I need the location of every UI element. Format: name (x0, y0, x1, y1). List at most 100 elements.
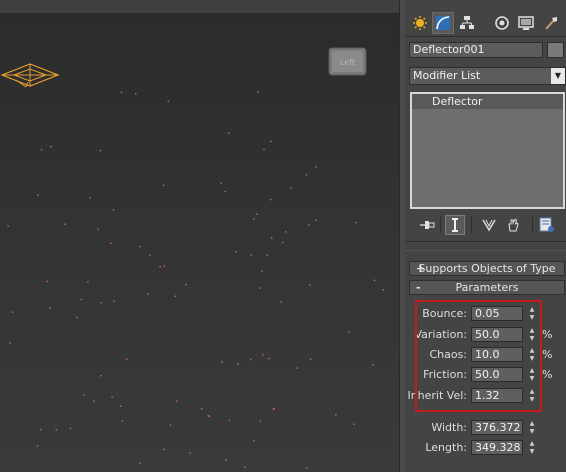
param-label: Width: (431, 421, 467, 434)
modifier-stack[interactable]: Deflector (410, 92, 565, 209)
particle (244, 466, 246, 469)
particle (315, 166, 317, 168)
hierarchy-tab[interactable] (456, 12, 478, 34)
particle (355, 221, 357, 224)
particle (309, 284, 311, 286)
particle (372, 363, 374, 366)
pin-icon (420, 221, 435, 229)
show-end-result-button[interactable] (445, 215, 465, 235)
particle (162, 184, 165, 186)
chevron-down-icon[interactable]: ▼ (551, 68, 565, 84)
particle (262, 354, 264, 356)
particle (120, 91, 123, 94)
particle (285, 231, 287, 233)
particle (281, 241, 284, 244)
particle (40, 148, 43, 151)
param-value-field[interactable]: 376.372 (471, 420, 523, 435)
viewport[interactable]: Left (0, 13, 399, 472)
particle (273, 408, 275, 410)
spinner-arrows-icon[interactable]: ▲ ▼ (528, 420, 536, 435)
deflector-gizmo[interactable] (0, 63, 60, 88)
particle (80, 298, 83, 301)
particle (250, 254, 253, 256)
particle (228, 419, 231, 422)
particle (308, 224, 310, 226)
particle (259, 287, 261, 289)
motion-tab[interactable] (491, 12, 513, 34)
end-result-icon (452, 218, 458, 232)
particle (268, 357, 270, 360)
particle (55, 429, 58, 431)
particle (257, 91, 259, 93)
particle (261, 270, 263, 272)
param-value-field[interactable]: 349.328 (471, 440, 523, 455)
viewport-canvas[interactable]: Left (0, 13, 399, 472)
particle (221, 361, 223, 363)
particle (269, 198, 272, 201)
particle (290, 187, 292, 189)
display-tab[interactable] (515, 12, 537, 34)
rollout-title: Supports Objects of Type (418, 262, 556, 275)
particle (227, 132, 230, 134)
toolbar-divider (440, 217, 441, 233)
particle (167, 100, 170, 103)
modify-tab[interactable] (432, 12, 454, 34)
spinner-arrows-icon[interactable]: ▲ ▼ (528, 440, 536, 455)
particle (113, 300, 115, 302)
object-name-field[interactable]: Deflector001 (409, 42, 543, 58)
param-label: Length: (425, 441, 467, 454)
particle (93, 400, 95, 402)
particle (309, 358, 312, 360)
make-unique-button[interactable] (479, 215, 499, 235)
object-color-swatch[interactable] (547, 42, 564, 58)
create-tab[interactable] (409, 12, 431, 34)
particle (162, 448, 165, 451)
unit-label: % (542, 368, 553, 381)
particle (200, 408, 203, 410)
particle (11, 311, 14, 313)
particle (263, 148, 265, 151)
modifier-list-dropdown[interactable]: Modifier List ▼ (409, 67, 566, 85)
pin-stack-button[interactable] (417, 215, 437, 235)
modify-tab-icon (436, 16, 450, 30)
particle (147, 293, 149, 295)
particle (149, 254, 151, 257)
particle (348, 331, 350, 333)
particle (83, 394, 85, 396)
toolbar-divider (532, 217, 533, 233)
motion-tab-icon (495, 16, 509, 30)
particle (271, 237, 273, 239)
stack-item-deflector[interactable]: Deflector (412, 94, 563, 109)
display-tab-icon (518, 16, 534, 30)
particle (121, 420, 124, 422)
particle (9, 342, 11, 344)
particle (280, 301, 282, 303)
particle (100, 302, 103, 304)
configure-modifier-sets-button[interactable] (537, 215, 557, 235)
parameters-rollout[interactable]: - Parameters (409, 280, 565, 295)
particle (37, 194, 39, 196)
particle (139, 245, 141, 248)
particle (87, 281, 89, 283)
particle (315, 219, 317, 222)
utilities-tab-icon (545, 17, 557, 30)
tab-row-divider (405, 36, 566, 37)
particle (89, 196, 91, 199)
hierarchy-tab-icon (460, 16, 474, 29)
viewcube[interactable]: Left (328, 47, 367, 76)
particle (256, 213, 258, 215)
supports-objects-rollout[interactable]: + Supports Objects of Type (409, 261, 565, 276)
particle (111, 396, 113, 398)
particle (185, 283, 187, 286)
particle (353, 423, 355, 425)
particle (249, 358, 252, 361)
unit-label: % (542, 348, 553, 361)
particle (50, 145, 52, 148)
utilities-tab[interactable] (540, 12, 562, 34)
unit-label: % (542, 328, 553, 341)
particle (125, 358, 128, 360)
remove-modifier-button[interactable] (503, 215, 523, 235)
particle (112, 209, 115, 211)
particle (174, 295, 176, 298)
make-unique-icon (482, 219, 496, 232)
